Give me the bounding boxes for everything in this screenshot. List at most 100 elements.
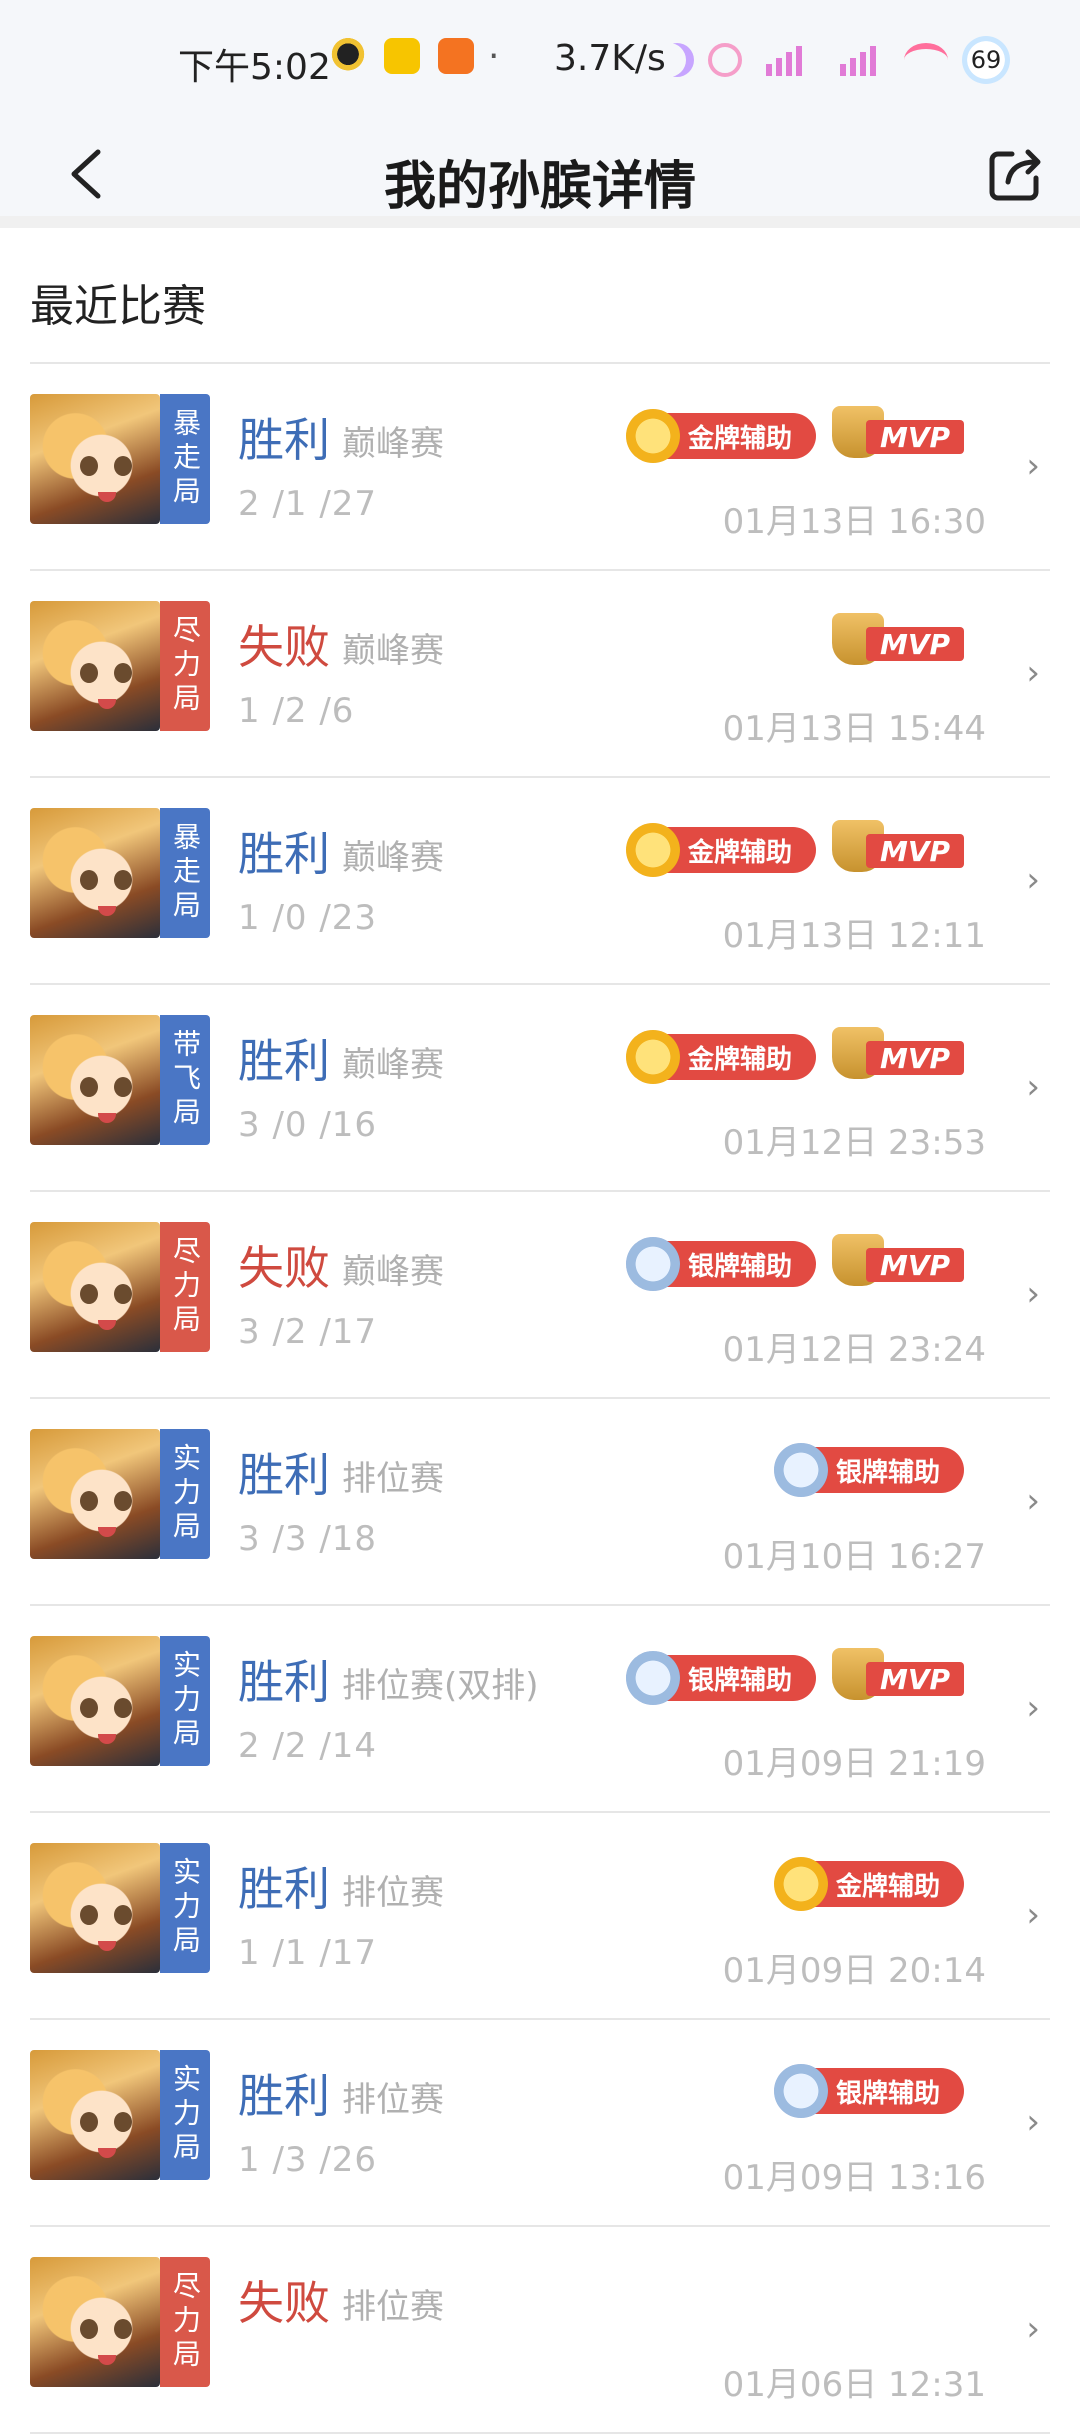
match-mode: 排位赛(双排) (342, 1666, 539, 1706)
match-kda: 2 /1 /27 (238, 484, 378, 524)
match-row[interactable]: 实力局 胜利 排位赛 1 /1 /17 金牌辅助 01月09日 20:14 › (30, 1813, 1050, 2020)
battery-level: 69 (970, 46, 1002, 74)
match-tag: 尽力局 (160, 2257, 210, 2387)
match-result: 失败 (238, 1241, 330, 1295)
chevron-right-icon[interactable]: › (1026, 1688, 1040, 1728)
match-tag-text: 暴走局 (169, 822, 202, 924)
match-mode: 巅峰赛 (342, 424, 444, 464)
mvp-label: MVP (866, 1248, 964, 1282)
match-mode: 排位赛 (342, 1873, 444, 1913)
match-row[interactable]: 实力局 胜利 排位赛(双排) 2 /2 /14 银牌辅助 MVP 01月09日 21:19 › (30, 1606, 1050, 1813)
medal-icon (773, 1857, 828, 1911)
match-time: 01月12日 23:24 (722, 1330, 986, 1370)
match-mode: 巅峰赛 (342, 1045, 444, 1085)
section-title: 最近比赛 (30, 281, 206, 332)
match-row[interactable]: 带飞局 胜利 巅峰赛 3 /0 /16 金牌辅助 MVP 01月12日 23:53 › (30, 985, 1050, 1192)
silver-support-badge: 银牌辅助 (625, 1651, 816, 1705)
match-kda: 3 /3 /18 (238, 1519, 378, 1559)
match-kda: 1 /1 /17 (238, 1933, 378, 1973)
match-row[interactable]: 尽力局 失败 巅峰赛 3 /2 /17 银牌辅助 MVP 01月12日 23:24 › (30, 1192, 1050, 1399)
mvp-label: MVP (866, 627, 964, 661)
hero-avatar (30, 1015, 160, 1145)
share-icon[interactable] (984, 142, 1048, 206)
silver-support-badge: 银牌辅助 (773, 1443, 964, 1497)
mvp-label: MVP (866, 1662, 964, 1696)
hero-avatar (30, 601, 160, 731)
mvp-badge: MVP (832, 820, 964, 874)
hero-avatar (30, 1429, 160, 1559)
match-mode: 排位赛 (342, 1459, 444, 1499)
match-tag: 尽力局 (160, 1222, 210, 1352)
hero-avatar (30, 394, 160, 524)
chevron-right-icon[interactable]: › (1026, 653, 1040, 693)
match-time: 01月09日 20:14 (722, 1951, 986, 1991)
hero-avatar (30, 1222, 160, 1352)
mvp-badge: MVP (832, 1234, 964, 1288)
match-kda: 3 /2 /17 (238, 1312, 378, 1352)
match-row[interactable]: 尽力局 失败 排位赛 01月06日 12:31 › (30, 2227, 1050, 2434)
signal-hd-icon (830, 44, 890, 76)
match-tag-text: 实力局 (169, 1650, 202, 1752)
silver-support-badge: 银牌辅助 (625, 1237, 816, 1291)
mvp-badge: MVP (832, 406, 964, 460)
wifi-icon (904, 43, 948, 77)
match-tag: 实力局 (160, 1636, 210, 1766)
medal-icon (773, 1443, 828, 1497)
status-time: 下午5:02 (178, 47, 331, 88)
match-tag: 实力局 (160, 2050, 210, 2180)
silver-support-badge: 银牌辅助 (773, 2064, 964, 2118)
hero-avatar (30, 2257, 160, 2387)
chevron-right-icon[interactable]: › (1026, 2102, 1040, 2142)
chevron-right-icon[interactable]: › (1026, 446, 1040, 486)
match-time: 01月09日 13:16 (722, 2158, 986, 2198)
badges: 银牌辅助 MVP (625, 1234, 964, 1291)
mvp-label: MVP (866, 420, 964, 454)
status-bar: 下午5:02 · 3.7K/s 69 (0, 0, 1080, 118)
system-icons: 69 (660, 36, 1010, 84)
notification-icons (330, 38, 474, 74)
chevron-right-icon[interactable]: › (1026, 2309, 1040, 2349)
match-tag: 实力局 (160, 1429, 210, 1559)
chevron-right-icon[interactable]: › (1026, 1481, 1040, 1521)
qq-icon (330, 38, 366, 74)
page-title: 我的孙膑详情 (383, 157, 696, 217)
medal-icon (773, 2064, 828, 2118)
match-result: 胜利 (238, 1448, 330, 1502)
match-result: 胜利 (238, 1655, 330, 1709)
match-row[interactable]: 暴走局 胜利 巅峰赛 1 /0 /23 金牌辅助 MVP 01月13日 12:11 › (30, 778, 1050, 985)
match-row[interactable]: 尽力局 失败 巅峰赛 1 /2 /6 MVP 01月13日 15:44 › (30, 571, 1050, 778)
match-row[interactable]: 暴走局 胜利 巅峰赛 2 /1 /27 金牌辅助 MVP 01月13日 16:30 › (30, 364, 1050, 571)
match-list: 暴走局 胜利 巅峰赛 2 /1 /27 金牌辅助 MVP 01月13日 16:30 › 尽力局失… (0, 364, 1080, 2434)
dot-icon: · (488, 36, 500, 77)
match-mode: 巅峰赛 (342, 1252, 444, 1292)
battery-icon: 69 (962, 36, 1010, 84)
badges: 金牌辅助 MVP (625, 406, 964, 463)
badges: 银牌辅助 MVP (625, 1648, 964, 1705)
chevron-right-icon[interactable]: › (1026, 1067, 1040, 1107)
badges: 金牌辅助 (773, 1857, 964, 1911)
alarm-icon (708, 43, 742, 77)
chevron-right-icon[interactable]: › (1026, 1274, 1040, 1314)
match-result: 胜利 (238, 1862, 330, 1916)
badge-label: 银牌辅助 (687, 1251, 792, 1282)
match-kda: 3 /0 /16 (238, 1105, 378, 1145)
match-tag: 实力局 (160, 1843, 210, 1973)
mvp-badge: MVP (832, 1027, 964, 1081)
hero-avatar (30, 2050, 160, 2180)
chevron-right-icon[interactable]: › (1026, 860, 1040, 900)
badges: MVP (832, 613, 964, 667)
gold-support-badge: 金牌辅助 (625, 1030, 816, 1084)
match-kda: 2 /2 /14 (238, 1726, 378, 1766)
badges: 银牌辅助 (773, 1443, 964, 1497)
match-tag: 带飞局 (160, 1015, 210, 1145)
moon-icon (660, 43, 694, 77)
match-time: 01月09日 21:19 (722, 1744, 986, 1784)
mvp-label: MVP (866, 1041, 964, 1075)
match-row[interactable]: 实力局 胜利 排位赛 3 /3 /18 银牌辅助 01月10日 16:27 › (30, 1399, 1050, 1606)
badge-label: 金牌辅助 (835, 1871, 940, 1902)
match-row[interactable]: 实力局 胜利 排位赛 1 /3 /26 银牌辅助 01月09日 13:16 › (30, 2020, 1050, 2227)
mvp-badge: MVP (832, 1648, 964, 1702)
hero-avatar (30, 808, 160, 938)
match-time: 01月10日 16:27 (722, 1537, 986, 1577)
chevron-right-icon[interactable]: › (1026, 1895, 1040, 1935)
